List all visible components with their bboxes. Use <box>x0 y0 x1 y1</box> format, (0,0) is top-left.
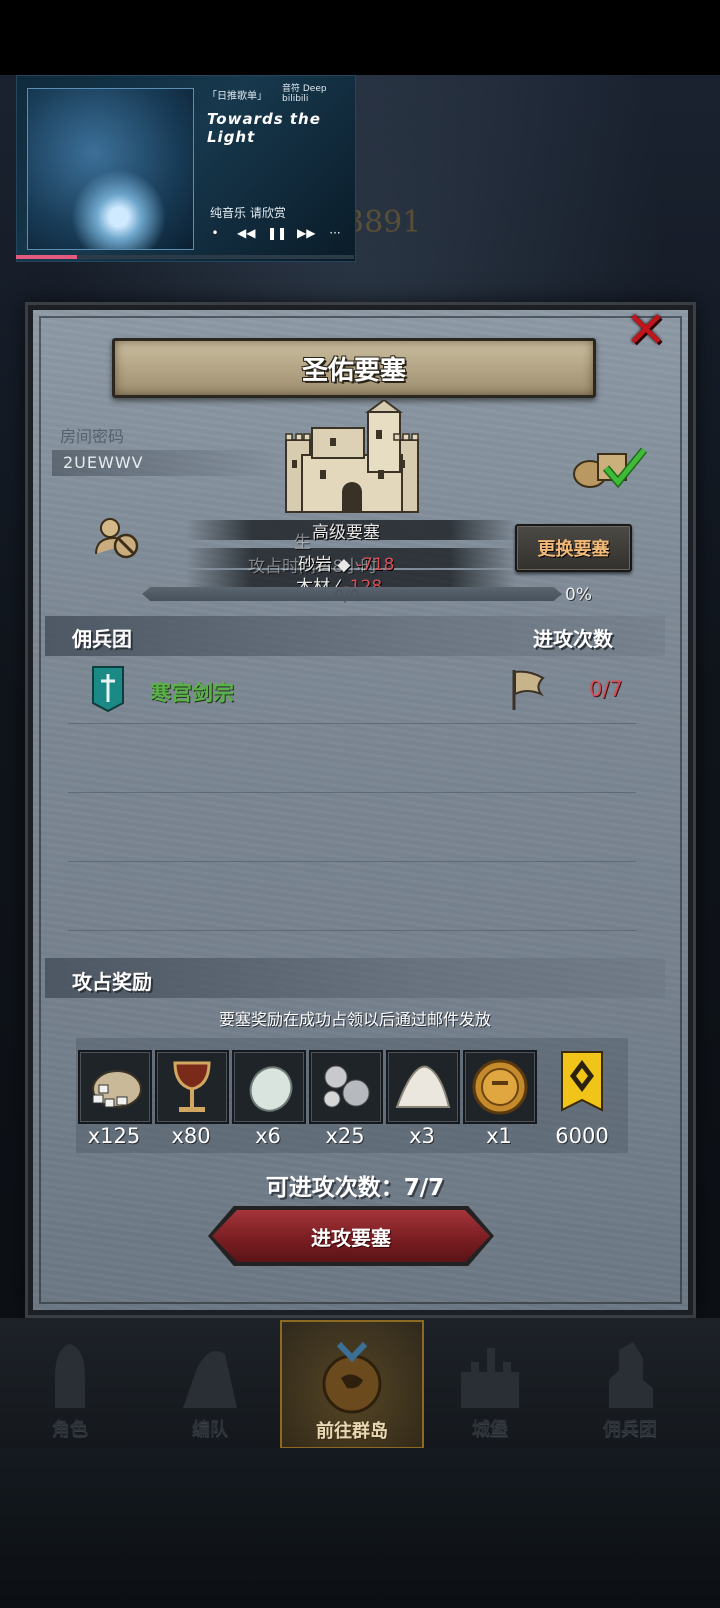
panel-title: 圣佑要塞 <box>301 355 406 386</box>
castle-icon <box>461 1348 519 1408</box>
fortress-info: 生 高级要塞 攻占时间:48小时 砂岩 ◆ -718 木材 ⁄ -128 <box>186 518 516 597</box>
row-divider <box>68 861 636 862</box>
song-subtitle: 纯音乐 请欣赏 <box>210 206 286 220</box>
reward-item[interactable]: x1 <box>463 1050 537 1148</box>
previous-icon[interactable]: ◀◀ <box>237 226 255 240</box>
nav-castle[interactable]: 城堡 <box>420 1320 560 1445</box>
nav-islands[interactable]: 前往群岛 <box>280 1320 424 1449</box>
fortress-level: 高级要塞 <box>312 523 380 543</box>
guild-emblem-icon <box>92 666 124 712</box>
song-title: Towards the Light <box>207 110 321 146</box>
islands-compass-icon <box>322 1341 382 1414</box>
change-fortress-label: 更换要塞 <box>537 539 610 560</box>
attacks-left: 可进攻次数：7/7 <box>265 1175 445 1201</box>
playback-controls: • ◀◀ ❚❚ ▶▶ ··· <box>207 226 343 240</box>
room-code[interactable]: 2UEWWV <box>63 453 144 472</box>
reward-qty: x125 <box>87 1124 141 1148</box>
reward-bag-check-icon[interactable] <box>568 442 650 490</box>
reward-qty: x1 <box>486 1124 512 1148</box>
pause-icon[interactable]: ❚❚ <box>267 226 287 240</box>
reward-item[interactable]: x25 <box>309 1050 383 1148</box>
moonstone-icon <box>232 1050 306 1124</box>
castle-icon <box>285 400 419 513</box>
nav-character[interactable]: 角色 <box>0 1320 140 1445</box>
progress-count: 0/0 <box>334 586 360 605</box>
nav-label: 角色 <box>52 1419 88 1440</box>
music-brand: 音符 Deep bilibili <box>282 84 327 104</box>
reward-qty: x80 <box>171 1124 211 1148</box>
nav-formation[interactable]: 编队 <box>140 1320 280 1445</box>
dot-icon[interactable]: • <box>207 226 223 240</box>
nav-label: 编队 <box>192 1419 228 1440</box>
row-divider <box>68 792 636 793</box>
music-progress-fill <box>16 255 77 259</box>
guild-attack-count: 0/7 <box>589 677 623 701</box>
reward-qty: x6 <box>255 1124 281 1148</box>
reward-item[interactable]: x6 <box>232 1050 306 1148</box>
formation-icon <box>183 1351 237 1408</box>
room-label: 房间密码 <box>60 427 125 446</box>
knight-medal-icon <box>463 1050 537 1124</box>
nav-label: 城堡 <box>472 1419 508 1440</box>
reward-item[interactable]: x125 <box>78 1050 152 1148</box>
close-icon[interactable]: ✕ <box>618 301 674 359</box>
row-divider <box>68 930 636 931</box>
flag-icon <box>512 670 545 710</box>
reward-item[interactable]: x3 <box>386 1050 460 1148</box>
album-cover <box>27 88 194 250</box>
rank-badge-icon <box>561 1051 603 1112</box>
reward-qty: 6000 <box>555 1124 609 1148</box>
attack-button-label: 进攻要塞 <box>311 1225 391 1250</box>
stone-sack-icon <box>78 1050 152 1124</box>
footer-area <box>0 1448 720 1608</box>
background-score: 3891 <box>345 205 422 240</box>
knight-icon <box>55 1344 85 1408</box>
silver-ore-icon <box>309 1050 383 1124</box>
reward-qty: x25 <box>325 1124 365 1148</box>
no-player-icon[interactable] <box>93 514 141 560</box>
attack-fortress-button[interactable]: 进攻要塞 <box>212 1210 490 1262</box>
next-icon[interactable]: ▶▶ <box>297 226 315 240</box>
guild-name[interactable]: 寒宫剑宗 <box>150 677 234 707</box>
playlist-tag: 「日推歌单」 <box>207 91 267 102</box>
row-divider <box>68 723 636 724</box>
title-banner: 圣佑要塞 <box>112 338 596 398</box>
nav-label: 佣兵团 <box>603 1419 657 1440</box>
salt-pile-icon <box>386 1050 460 1124</box>
status-bar-area <box>0 0 720 75</box>
more-icon[interactable]: ··· <box>327 226 343 240</box>
reward-qty: x3 <box>409 1124 435 1148</box>
reward-note: 要塞奖励在成功占领以后通过邮件发放 <box>218 1010 491 1029</box>
nav-mercenary[interactable]: 佣兵团 <box>560 1320 700 1445</box>
reward-title: 攻占奖励 <box>72 970 152 994</box>
change-fortress-button[interactable]: 更换要塞 <box>515 524 632 572</box>
mercenary-icon <box>609 1342 653 1408</box>
attack-count-label: 进攻次数 <box>533 627 613 651</box>
music-progress-bar[interactable] <box>16 255 354 259</box>
mercenary-title: 佣兵团 <box>72 627 132 651</box>
music-widget[interactable]: 「日推歌单」 音符 Deep bilibili Towards the Ligh… <box>16 75 356 262</box>
nav-label: 前往群岛 <box>316 1421 388 1442</box>
reward-item[interactable]: x80 <box>155 1050 229 1148</box>
reward-item[interactable]: 6000 <box>546 1050 618 1148</box>
goblet-icon <box>155 1050 229 1124</box>
progress-percent: 0% <box>565 585 592 605</box>
